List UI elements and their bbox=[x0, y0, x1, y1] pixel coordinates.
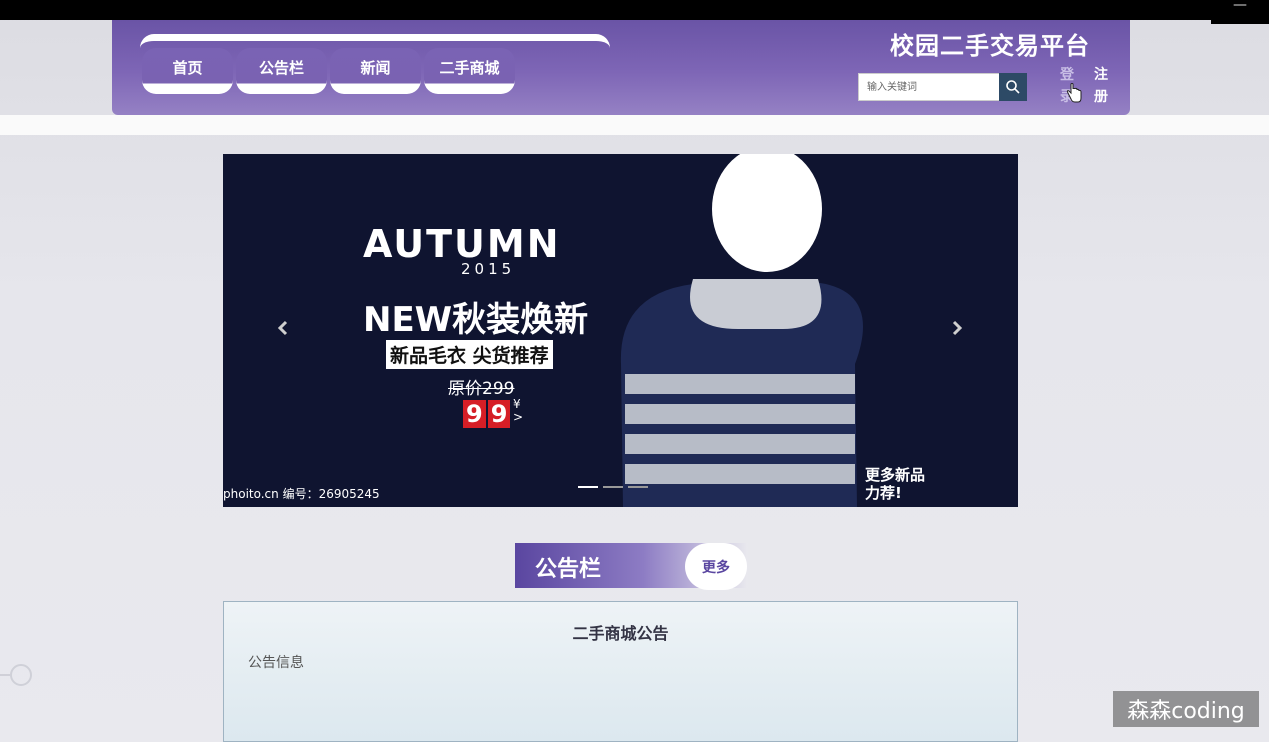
banner-sale-price: 9 9 bbox=[463, 400, 511, 428]
register-link[interactable]: 注册 bbox=[1094, 64, 1110, 108]
banner-more-line: 更多新品 bbox=[865, 466, 926, 484]
more-button[interactable]: 更多 bbox=[685, 543, 747, 590]
auth-char: 注 bbox=[1094, 67, 1108, 83]
hand-cursor-icon bbox=[1066, 83, 1082, 103]
price-digit: 9 bbox=[487, 400, 511, 428]
carousel-indicator[interactable] bbox=[603, 486, 623, 488]
minimize-button[interactable]: — bbox=[1211, 0, 1269, 24]
auth-char: 册 bbox=[1094, 89, 1108, 105]
nav-item-news[interactable]: 新闻 bbox=[330, 48, 421, 94]
banner-year: 2015 bbox=[461, 260, 516, 278]
banner-tagline: 新品毛衣 尖货推荐 bbox=[386, 340, 553, 369]
chevron-left-icon bbox=[277, 320, 288, 336]
corner-watermark: 森森coding bbox=[1113, 691, 1259, 727]
site-header: 首页 公告栏 新闻 二手商城 校园二手交易平台 登录 注册 bbox=[112, 20, 1130, 115]
notice-panel: 二手商城公告 公告信息 bbox=[223, 601, 1018, 742]
carousel-indicators bbox=[578, 486, 648, 488]
notice-section-header: 公告栏 更多 bbox=[515, 543, 748, 590]
search-button[interactable] bbox=[999, 73, 1027, 101]
banner-subhead: NEW秋装焕新 bbox=[363, 300, 589, 340]
nav-item-second-hand-mall[interactable]: 二手商城 bbox=[424, 48, 515, 94]
banner-more-text: 更多新品 力荐! bbox=[865, 466, 925, 502]
nav-item-notice-board[interactable]: 公告栏 bbox=[236, 48, 327, 94]
banner-currency: ¥ > bbox=[513, 398, 523, 424]
main-nav: 首页 公告栏 新闻 二手商城 bbox=[142, 48, 515, 94]
banner-more-line: 力荐! bbox=[865, 484, 902, 502]
model-figure bbox=[620, 154, 863, 507]
chevron-right-icon bbox=[952, 320, 963, 336]
search-input[interactable] bbox=[858, 73, 1000, 101]
carousel-indicator[interactable] bbox=[578, 486, 598, 488]
decorative-line bbox=[0, 674, 10, 676]
site-title: 校园二手交易平台 bbox=[890, 32, 1090, 60]
banner-original-price: 原价299 bbox=[448, 379, 515, 399]
carousel-next-button[interactable] bbox=[951, 320, 963, 341]
notice-panel-title: 二手商城公告 bbox=[572, 624, 669, 643]
currency-arrow: > bbox=[513, 410, 524, 424]
header-divider bbox=[0, 115, 1269, 135]
nav-item-home[interactable]: 首页 bbox=[142, 48, 233, 94]
search-icon bbox=[1006, 80, 1020, 94]
hero-carousel[interactable]: AUTUMN 2015 NEW秋装焕新 新品毛衣 尖货推荐 原价299 9 9 … bbox=[223, 154, 1018, 507]
notice-section-title: 公告栏 bbox=[535, 557, 602, 582]
carousel-prev-button[interactable] bbox=[277, 320, 289, 341]
decorative-circle bbox=[10, 664, 32, 686]
window-top-bar bbox=[0, 0, 1269, 20]
banner-watermark: phoito.cn 编号：26905245 bbox=[223, 487, 380, 501]
carousel-indicator[interactable] bbox=[628, 486, 648, 488]
notice-panel-body: 公告信息 bbox=[248, 655, 304, 671]
price-digit: 9 bbox=[463, 400, 486, 428]
